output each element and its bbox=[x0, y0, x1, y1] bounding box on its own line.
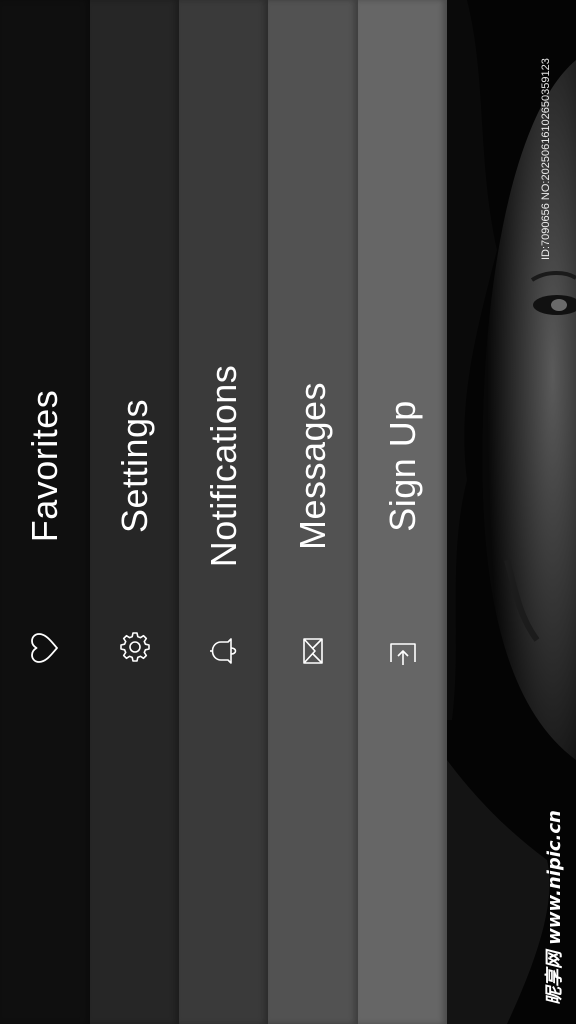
sign-in-icon bbox=[386, 634, 420, 668]
envelope-icon bbox=[296, 634, 330, 668]
menu-item-settings[interactable]: Settings bbox=[90, 0, 179, 1024]
menu-item-label: Sign Up bbox=[381, 400, 423, 532]
image-id-text: ID:7090656 NO:20250616102650359123 bbox=[540, 58, 552, 260]
menu-item-notifications[interactable]: Notifications bbox=[179, 0, 268, 1024]
menu-item-label: Messages bbox=[292, 381, 333, 551]
menu-item-messages[interactable]: Messages bbox=[268, 0, 358, 1024]
heart-icon bbox=[28, 631, 62, 665]
menu-item-label: Notifications bbox=[202, 364, 244, 568]
menu-item-sign-up[interactable]: Sign Up bbox=[358, 0, 447, 1024]
menu-item-label: Favorites bbox=[24, 389, 65, 543]
menu-item-label: Settings bbox=[113, 398, 155, 534]
bell-icon bbox=[207, 634, 241, 668]
watermark: 昵享网 www.nipic.cn bbox=[544, 810, 565, 1005]
gear-icon bbox=[118, 630, 152, 664]
menu-item-favorites[interactable]: Favorites bbox=[0, 0, 90, 1024]
